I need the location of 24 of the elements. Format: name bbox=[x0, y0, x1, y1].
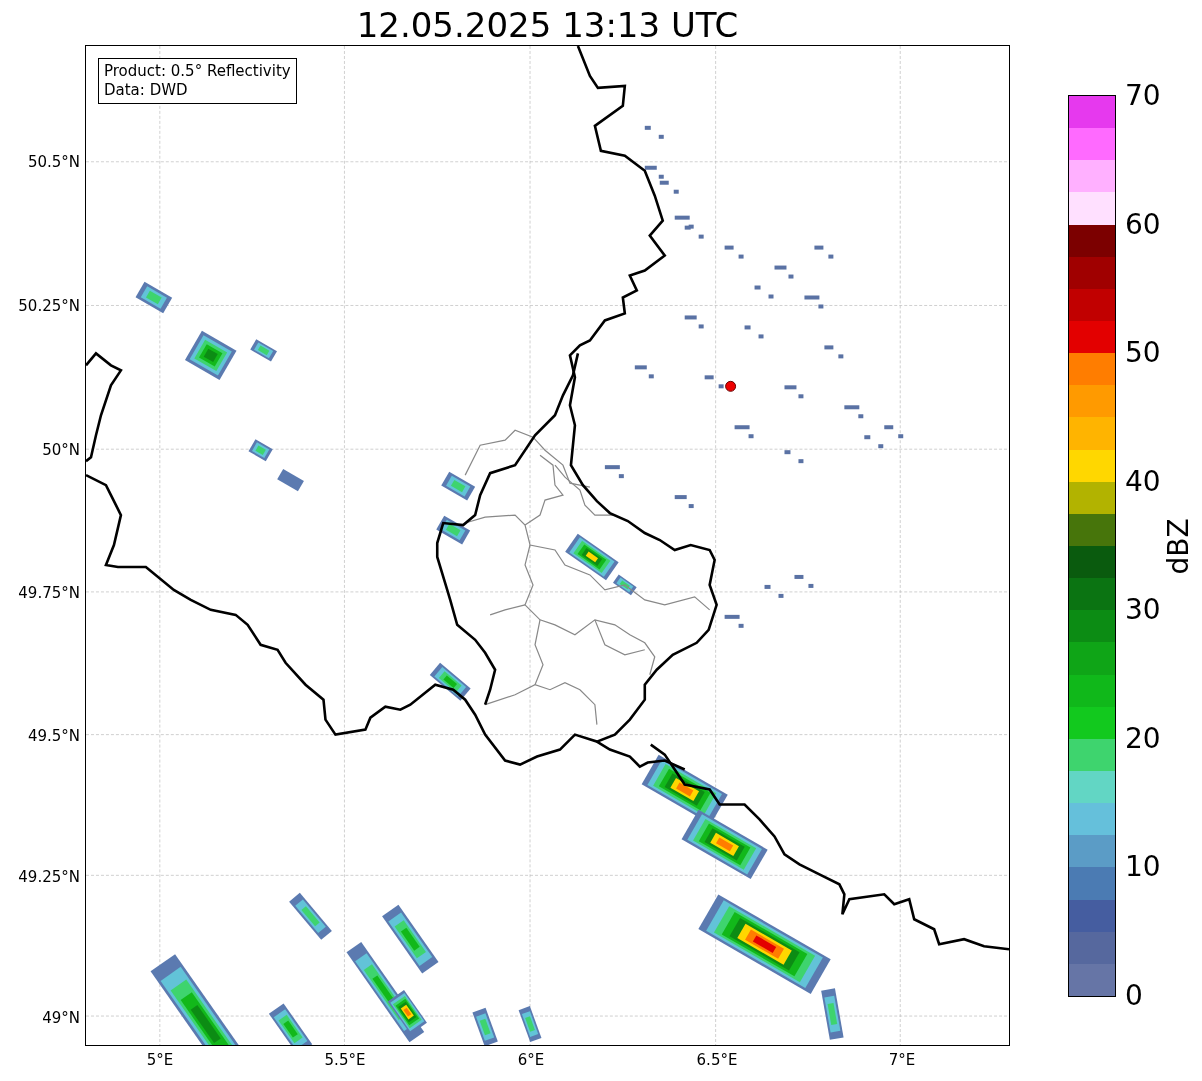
longitude-label: 7°E bbox=[888, 1051, 916, 1069]
colorbar-tick-label: 70 bbox=[1125, 81, 1161, 111]
colorbar-label: dBZ bbox=[1161, 518, 1195, 575]
colorbar-tick-label: 20 bbox=[1125, 723, 1161, 754]
colorbar-tick-label: 60 bbox=[1125, 209, 1161, 240]
latitude-label: 50°N bbox=[42, 441, 80, 459]
latitude-label: 49.75°N bbox=[18, 584, 80, 602]
latitude-label: 50.5°N bbox=[27, 153, 80, 171]
info-text: Product: 0.5° Reflectivity bbox=[104, 62, 291, 81]
chart-title: 12.05.2025 13:13 UTC bbox=[355, 4, 740, 45]
latitude-label: 49.25°N bbox=[18, 868, 80, 886]
latitude-label: 49°N bbox=[42, 1009, 80, 1027]
longitude-label: 5°E bbox=[146, 1051, 174, 1069]
longitude-label: 6°E bbox=[517, 1051, 545, 1069]
colorbar-tick-label: 30 bbox=[1125, 595, 1161, 626]
latitude-label: 49.5°N bbox=[27, 727, 80, 745]
longitude-label: 6.5°E bbox=[696, 1051, 738, 1069]
colorbar-tick-label: 50 bbox=[1125, 338, 1161, 369]
colorbar-tick-label: 0 bbox=[1125, 981, 1143, 1011]
longitude-label: 5.5°E bbox=[324, 1051, 366, 1069]
colorbar-tick-label: 40 bbox=[1125, 466, 1161, 497]
info-text: Data: DWD bbox=[104, 81, 189, 100]
latitude-label: 50.25°N bbox=[18, 297, 80, 315]
colorbar-tick-label: 10 bbox=[1125, 852, 1161, 883]
